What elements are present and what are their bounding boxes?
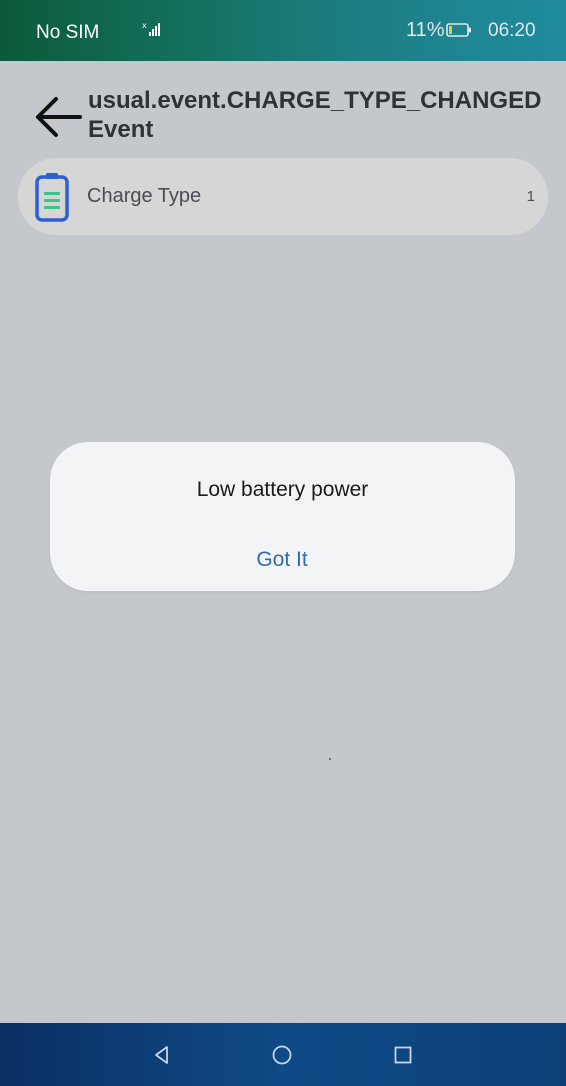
dialog-message: Low battery power <box>196 478 369 501</box>
battery-clipboard-icon <box>35 172 69 222</box>
battery-percent: 11% <box>406 19 445 41</box>
triangle-back-icon <box>155 1046 168 1064</box>
nav-recents-button[interactable] <box>389 1041 417 1069</box>
back-button[interactable] <box>28 88 86 146</box>
stray-dot <box>329 758 331 760</box>
square-recents-icon <box>394 1046 412 1064</box>
clock: 06:20 <box>488 20 536 41</box>
navigation-bar <box>0 1023 566 1086</box>
svg-text:x: x <box>142 21 147 30</box>
battery-icon <box>446 23 472 37</box>
charge-type-label: Charge Type <box>87 185 202 207</box>
nav-home-button[interactable] <box>268 1041 296 1069</box>
low-battery-dialog: Low battery power Got It <box>50 442 515 591</box>
got-it-button[interactable]: Got It <box>222 548 342 578</box>
signal-bars-icon: x <box>142 21 164 37</box>
arrow-left-icon <box>36 97 82 137</box>
carrier-label: No SIM <box>36 22 100 43</box>
nav-back-button[interactable] <box>148 1041 176 1069</box>
circle-home-icon <box>272 1045 292 1065</box>
status-bar: No SIM x 11% 06:20 <box>0 0 566 61</box>
charge-type-value: 1 <box>526 188 535 205</box>
page-title: usual.event.CHARGE_TYPE_CHANGED Event <box>88 87 542 143</box>
list-item-charge-type[interactable]: Charge Type 1 <box>18 158 548 235</box>
